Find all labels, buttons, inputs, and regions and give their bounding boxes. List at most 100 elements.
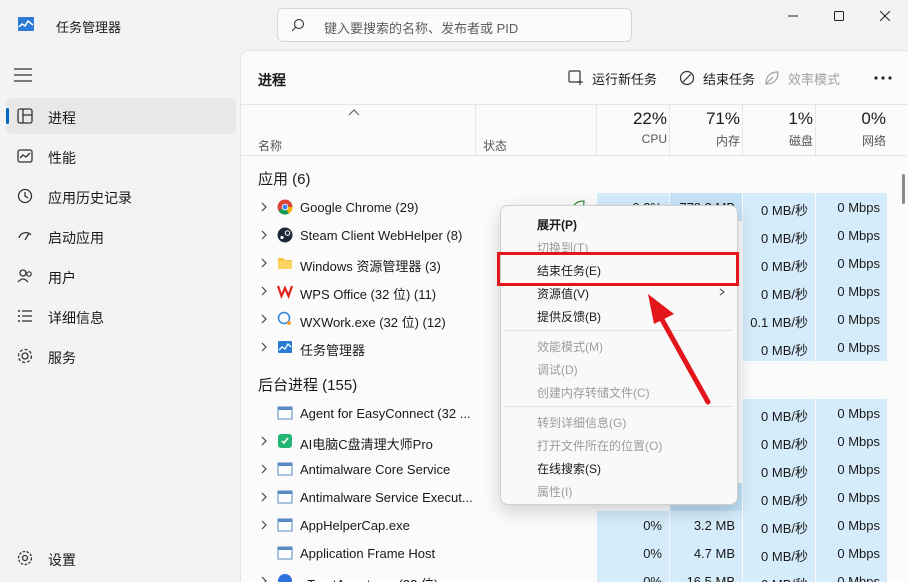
cpu-percent: 22% <box>632 109 667 128</box>
more-options-icon <box>874 76 892 80</box>
chevron-right-icon[interactable] <box>260 286 268 296</box>
table-row[interactable]: aTrustAgent.exe (32 位) 0% 16.5 MB 0 MB/秒… <box>241 567 887 582</box>
sidebar-item-label: 应用历史记录 <box>48 190 132 206</box>
memory-cell: 16.5 MB <box>670 567 742 582</box>
disk-cell: 0 MB/秒 <box>743 455 815 483</box>
menu-item-resource-values[interactable]: 资源值(V) <box>537 285 589 302</box>
cpu-cell: 0% <box>597 511 669 539</box>
maximize-icon <box>834 11 844 21</box>
menu-item-properties[interactable]: 属性(I) <box>537 483 572 500</box>
cpu-cell: 0% <box>597 539 669 567</box>
menu-item-search-online[interactable]: 在线搜索(S) <box>537 460 601 477</box>
column-name[interactable]: 名称 <box>258 137 282 154</box>
sidebar-item-performance[interactable]: 性能 <box>6 138 236 174</box>
chevron-right-icon[interactable] <box>260 230 268 240</box>
sidebar-item-label: 启动应用 <box>48 230 104 246</box>
search-box[interactable]: 键入要搜索的名称、发布者或 PID <box>277 8 632 42</box>
app-window-icon <box>277 406 293 420</box>
column-cpu[interactable]: 22% CPU <box>597 109 667 146</box>
chevron-right-icon[interactable] <box>260 464 268 474</box>
sidebar-item-settings[interactable]: 设置 <box>6 540 236 576</box>
disk-label: 磁盘 <box>788 134 813 148</box>
sidebar-item-label: 设置 <box>48 552 76 568</box>
end-task-icon <box>679 70 695 86</box>
menu-item-open-file-location[interactable]: 打开文件所在的位置(O) <box>537 437 662 454</box>
run-new-task-button[interactable]: 运行新任务 <box>568 68 657 88</box>
menu-item-feedback[interactable]: 提供反馈(B) <box>537 308 601 325</box>
network-cell: 0 Mbps <box>816 455 887 483</box>
chevron-right-icon[interactable] <box>260 520 268 530</box>
end-task-button[interactable]: 结束任务 <box>679 68 755 88</box>
disk-cell: 0 MB/秒 <box>743 249 815 277</box>
chevron-right-icon[interactable] <box>260 202 268 212</box>
disk-cell: 0 MB/秒 <box>743 483 815 511</box>
sidebar-item-label: 详细信息 <box>48 310 104 326</box>
chevron-right-icon[interactable] <box>260 576 268 582</box>
chrome-icon <box>277 199 293 215</box>
column-disk[interactable]: 1% 磁盘 <box>743 109 813 149</box>
vertical-scrollbar[interactable] <box>902 174 905 204</box>
sidebar-item-processes[interactable]: 进程 <box>6 98 236 134</box>
process-name: Steam Client WebHelper (8) <box>300 228 463 243</box>
maximize-button[interactable] <box>816 0 862 32</box>
atrust-icon <box>278 574 292 582</box>
sidebar: 进程 性能 应用历史记录 启动应用 用户 详细信息 服务 设置 <box>0 50 240 582</box>
more-options-button[interactable] <box>874 69 892 84</box>
search-placeholder: 键入要搜索的名称、发布者或 PID <box>324 21 519 36</box>
app-window-icon <box>277 546 293 560</box>
disk-cell: 0 MB/秒 <box>743 539 815 567</box>
cpu-label: CPU <box>641 132 667 146</box>
app-window-icon <box>277 490 293 504</box>
services-icon <box>17 348 33 364</box>
menu-item-go-to-details[interactable]: 转到详细信息(G) <box>537 414 626 431</box>
chevron-right-icon[interactable] <box>260 342 268 352</box>
sidebar-item-users[interactable]: 用户 <box>6 258 236 294</box>
sidebar-item-services[interactable]: 服务 <box>6 338 236 374</box>
network-cell: 0 Mbps <box>816 249 887 277</box>
menu-item-create-dump[interactable]: 创建内存转储文件(C) <box>537 384 650 401</box>
process-name: WXWork.exe (32 位) (12) <box>300 315 446 330</box>
process-name: Antimalware Core Service <box>300 462 451 477</box>
run-new-task-label: 运行新任务 <box>592 71 658 87</box>
details-icon <box>18 310 32 322</box>
settings-gear-icon <box>17 550 33 566</box>
chevron-right-icon[interactable] <box>260 436 268 446</box>
process-name: Agent for EasyConnect (32 ... <box>300 406 471 421</box>
close-button[interactable] <box>862 0 908 32</box>
sidebar-item-label: 性能 <box>48 150 76 166</box>
table-row[interactable]: AppHelperCap.exe 0% 3.2 MB 0 MB/秒 0 Mbps <box>241 511 887 539</box>
network-percent: 0% <box>861 109 886 128</box>
column-status[interactable]: 状态 <box>483 137 507 154</box>
table-row[interactable]: Application Frame Host 0% 4.7 MB 0 MB/秒 … <box>241 539 887 567</box>
chevron-right-icon[interactable] <box>260 314 268 324</box>
process-name: WPS Office (32 位) (11) <box>300 287 437 302</box>
sidebar-item-startup-apps[interactable]: 启动应用 <box>6 218 236 254</box>
column-header-row: 名称 状态 22% CPU 71% 内存 1% 磁盘 0% 网络 <box>241 104 908 157</box>
task-manager-app-icon <box>18 17 34 31</box>
network-cell: 0 Mbps <box>816 193 887 221</box>
chevron-right-icon[interactable] <box>260 258 268 268</box>
column-divider <box>475 105 476 157</box>
efficiency-mode-button[interactable]: 效率模式 <box>764 68 840 88</box>
end-task-label: 结束任务 <box>703 71 756 87</box>
leaf-icon <box>765 71 779 85</box>
cpu-cell: 0% <box>597 567 669 582</box>
minimize-button[interactable] <box>770 0 816 32</box>
sidebar-item-details[interactable]: 详细信息 <box>6 298 236 334</box>
process-name: Antimalware Service Execut... <box>300 490 472 505</box>
sidebar-item-app-history[interactable]: 应用历史记录 <box>6 178 236 214</box>
users-icon <box>17 269 32 283</box>
menu-item-debug[interactable]: 调试(D) <box>537 361 578 378</box>
chevron-right-icon[interactable] <box>260 492 268 502</box>
menu-item-efficiency-mode[interactable]: 效能模式(M) <box>537 338 603 355</box>
minimize-icon <box>788 15 798 17</box>
menu-item-expand[interactable]: 展开(P) <box>537 216 577 233</box>
column-memory[interactable]: 71% 内存 <box>670 109 740 149</box>
processes-icon <box>17 108 33 124</box>
disk-cell: 0 MB/秒 <box>743 427 815 455</box>
column-network[interactable]: 0% 网络 <box>816 109 886 149</box>
hamburger-menu-icon[interactable] <box>14 68 32 82</box>
disk-cell: 0 MB/秒 <box>743 277 815 305</box>
page-title: 进程 <box>258 72 286 88</box>
cleaner-app-icon <box>278 434 292 448</box>
